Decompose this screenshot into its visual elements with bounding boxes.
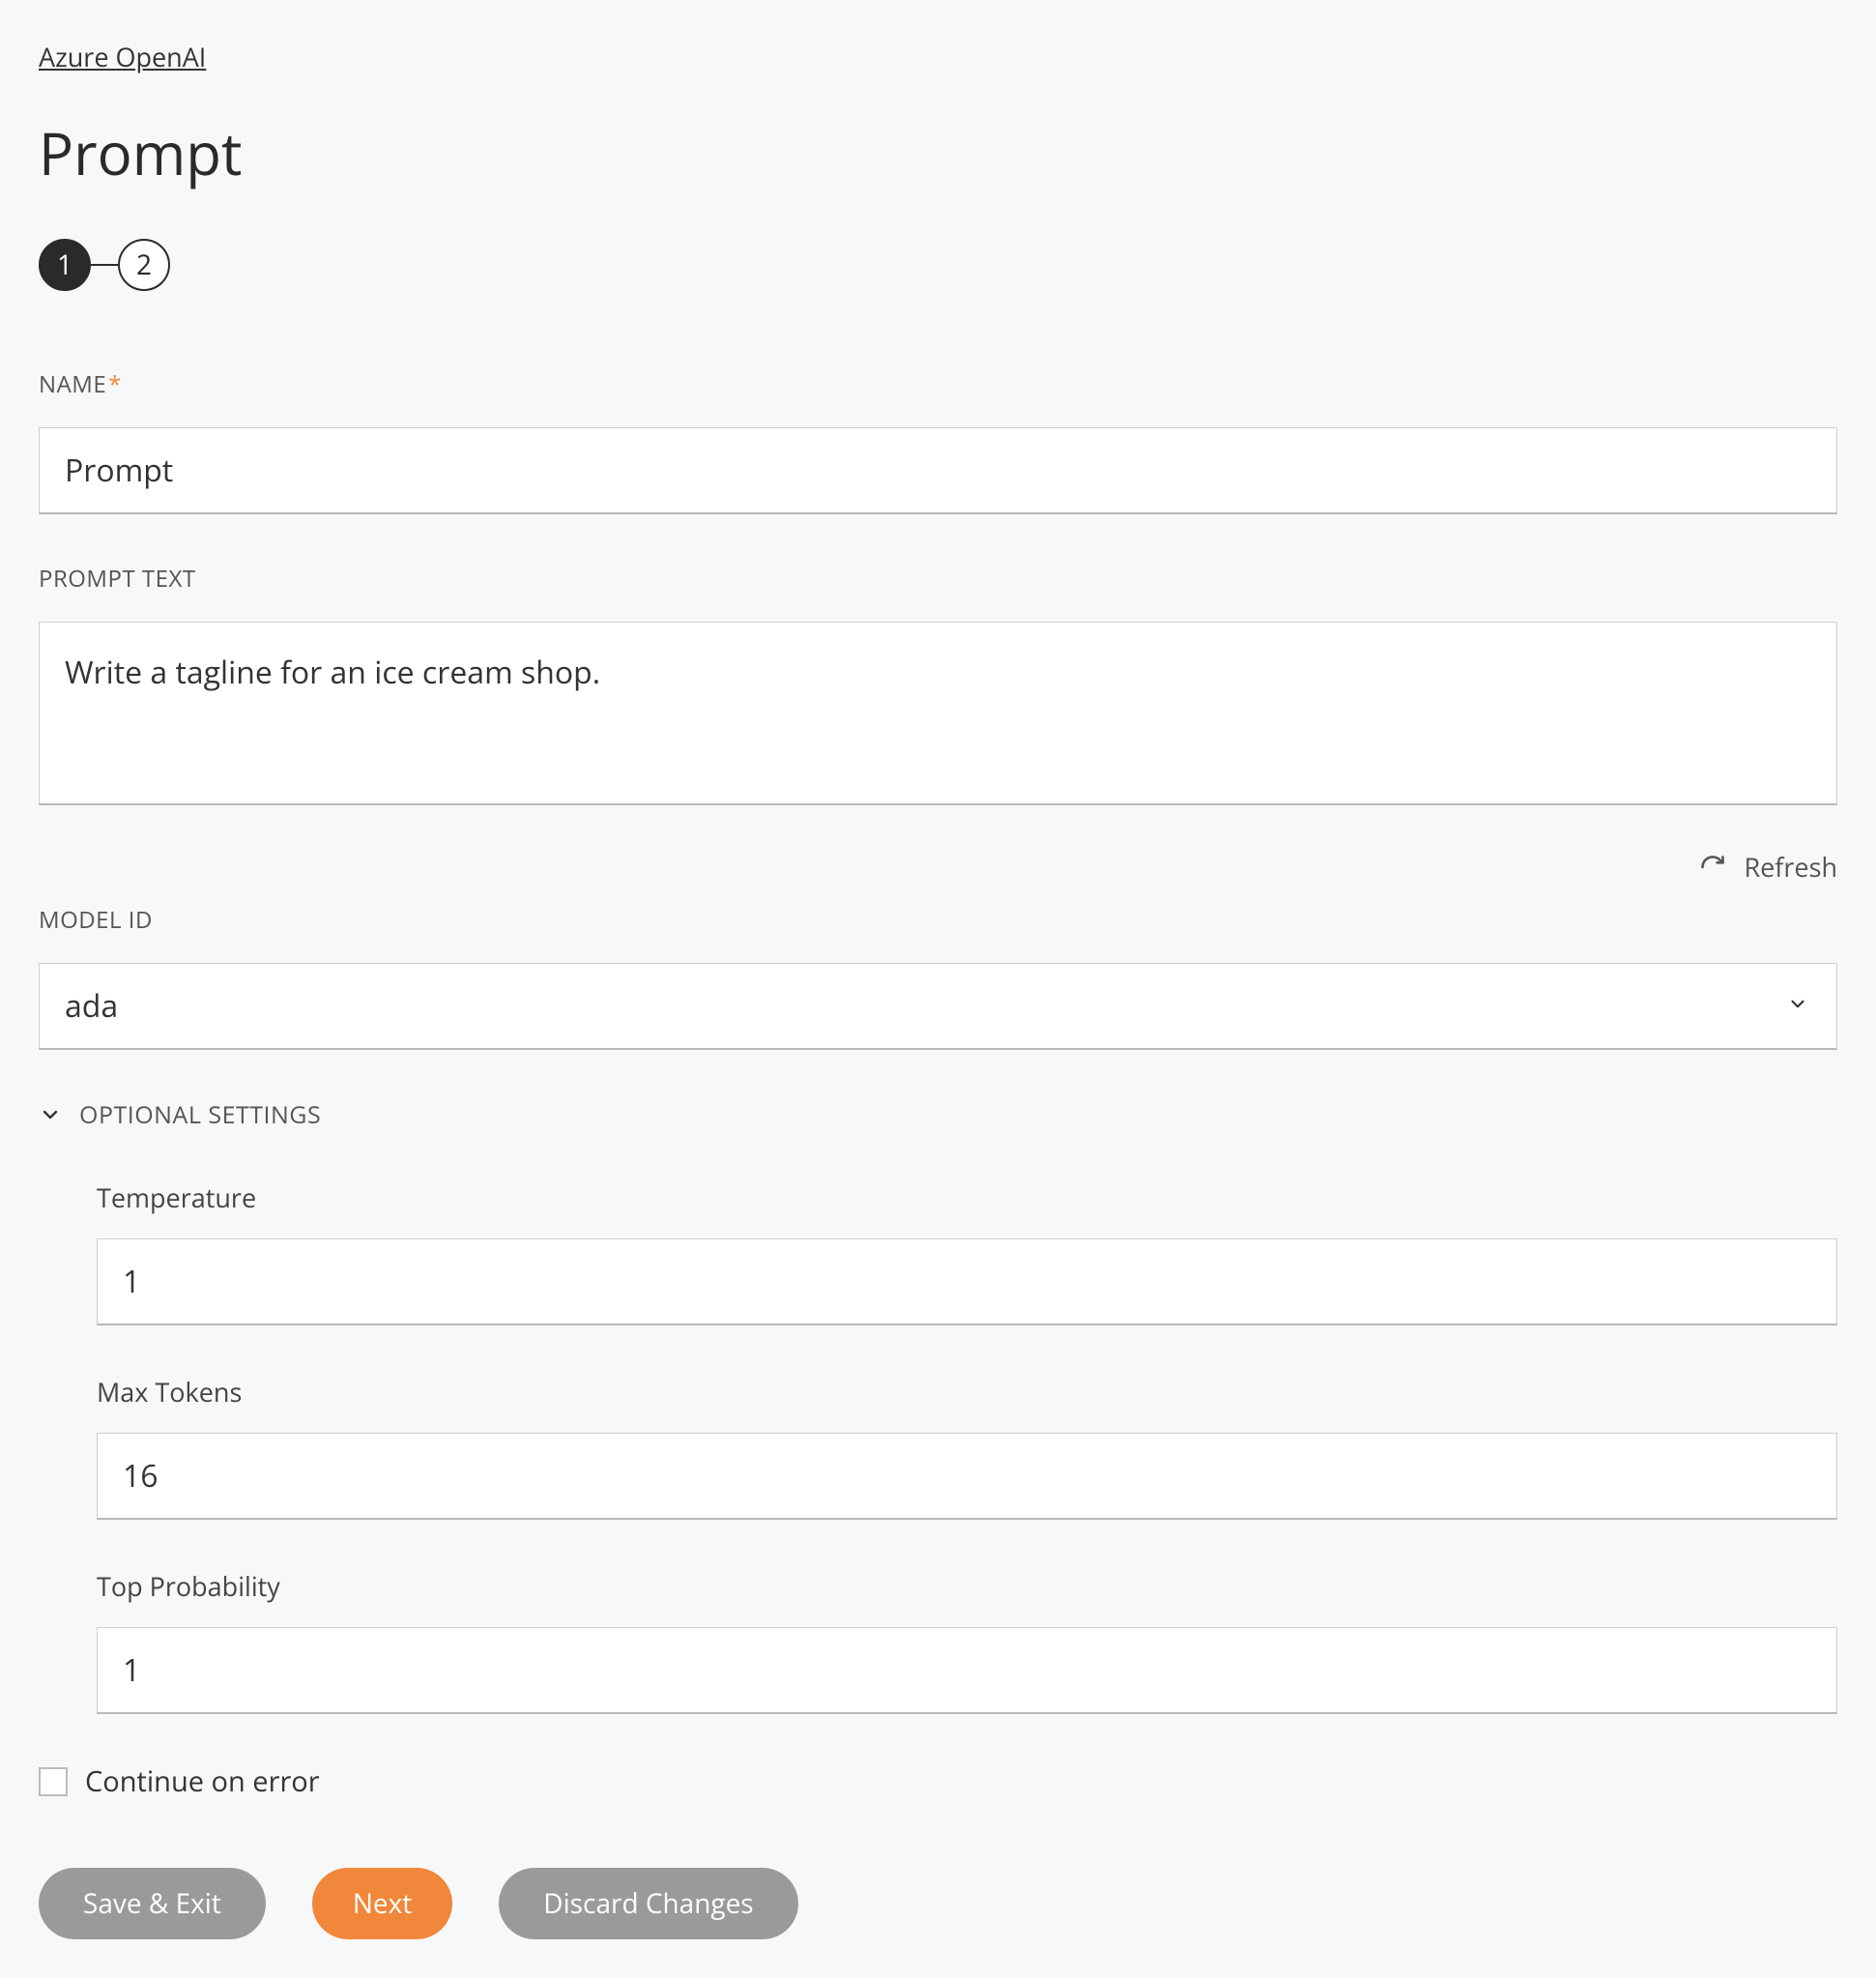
model-id-label: MODEL ID bbox=[39, 904, 1837, 936]
step-2[interactable]: 2 bbox=[118, 239, 170, 291]
save-exit-button[interactable]: Save & Exit bbox=[39, 1868, 266, 1939]
model-id-select[interactable]: ada bbox=[39, 963, 1837, 1050]
name-label: NAME* bbox=[39, 368, 1837, 400]
discard-changes-button[interactable]: Discard Changes bbox=[499, 1868, 797, 1939]
continue-on-error-checkbox[interactable] bbox=[39, 1767, 68, 1796]
name-label-text: NAME bbox=[39, 368, 106, 400]
refresh-icon bbox=[1699, 854, 1726, 881]
prompt-text-label: PROMPT TEXT bbox=[39, 563, 1837, 595]
required-asterisk: * bbox=[108, 368, 122, 400]
name-input[interactable] bbox=[39, 427, 1837, 514]
max-tokens-input[interactable] bbox=[97, 1433, 1837, 1520]
refresh-button[interactable]: Refresh bbox=[39, 849, 1837, 885]
top-probability-input[interactable] bbox=[97, 1627, 1837, 1714]
breadcrumb-link[interactable]: Azure OpenAI bbox=[39, 39, 206, 74]
max-tokens-label: Max Tokens bbox=[97, 1374, 1837, 1410]
stepper: 1 2 bbox=[39, 239, 1837, 291]
prompt-text-input[interactable]: Write a tagline for an ice cream shop. bbox=[39, 622, 1837, 805]
step-1[interactable]: 1 bbox=[39, 239, 91, 291]
chevron-down-icon bbox=[39, 1103, 62, 1126]
optional-settings-label: OPTIONAL SETTINGS bbox=[79, 1098, 321, 1131]
refresh-label: Refresh bbox=[1744, 849, 1837, 885]
temperature-label: Temperature bbox=[97, 1179, 1837, 1215]
optional-settings-body: Temperature Max Tokens Top Probability bbox=[39, 1179, 1837, 1714]
optional-settings-toggle[interactable]: OPTIONAL SETTINGS bbox=[39, 1098, 1837, 1131]
temperature-input[interactable] bbox=[97, 1238, 1837, 1325]
next-button[interactable]: Next bbox=[312, 1868, 452, 1939]
continue-on-error-label: Continue on error bbox=[85, 1762, 320, 1800]
top-probability-label: Top Probability bbox=[97, 1568, 1837, 1604]
page-title: Prompt bbox=[39, 113, 1837, 192]
step-connector bbox=[91, 264, 118, 266]
